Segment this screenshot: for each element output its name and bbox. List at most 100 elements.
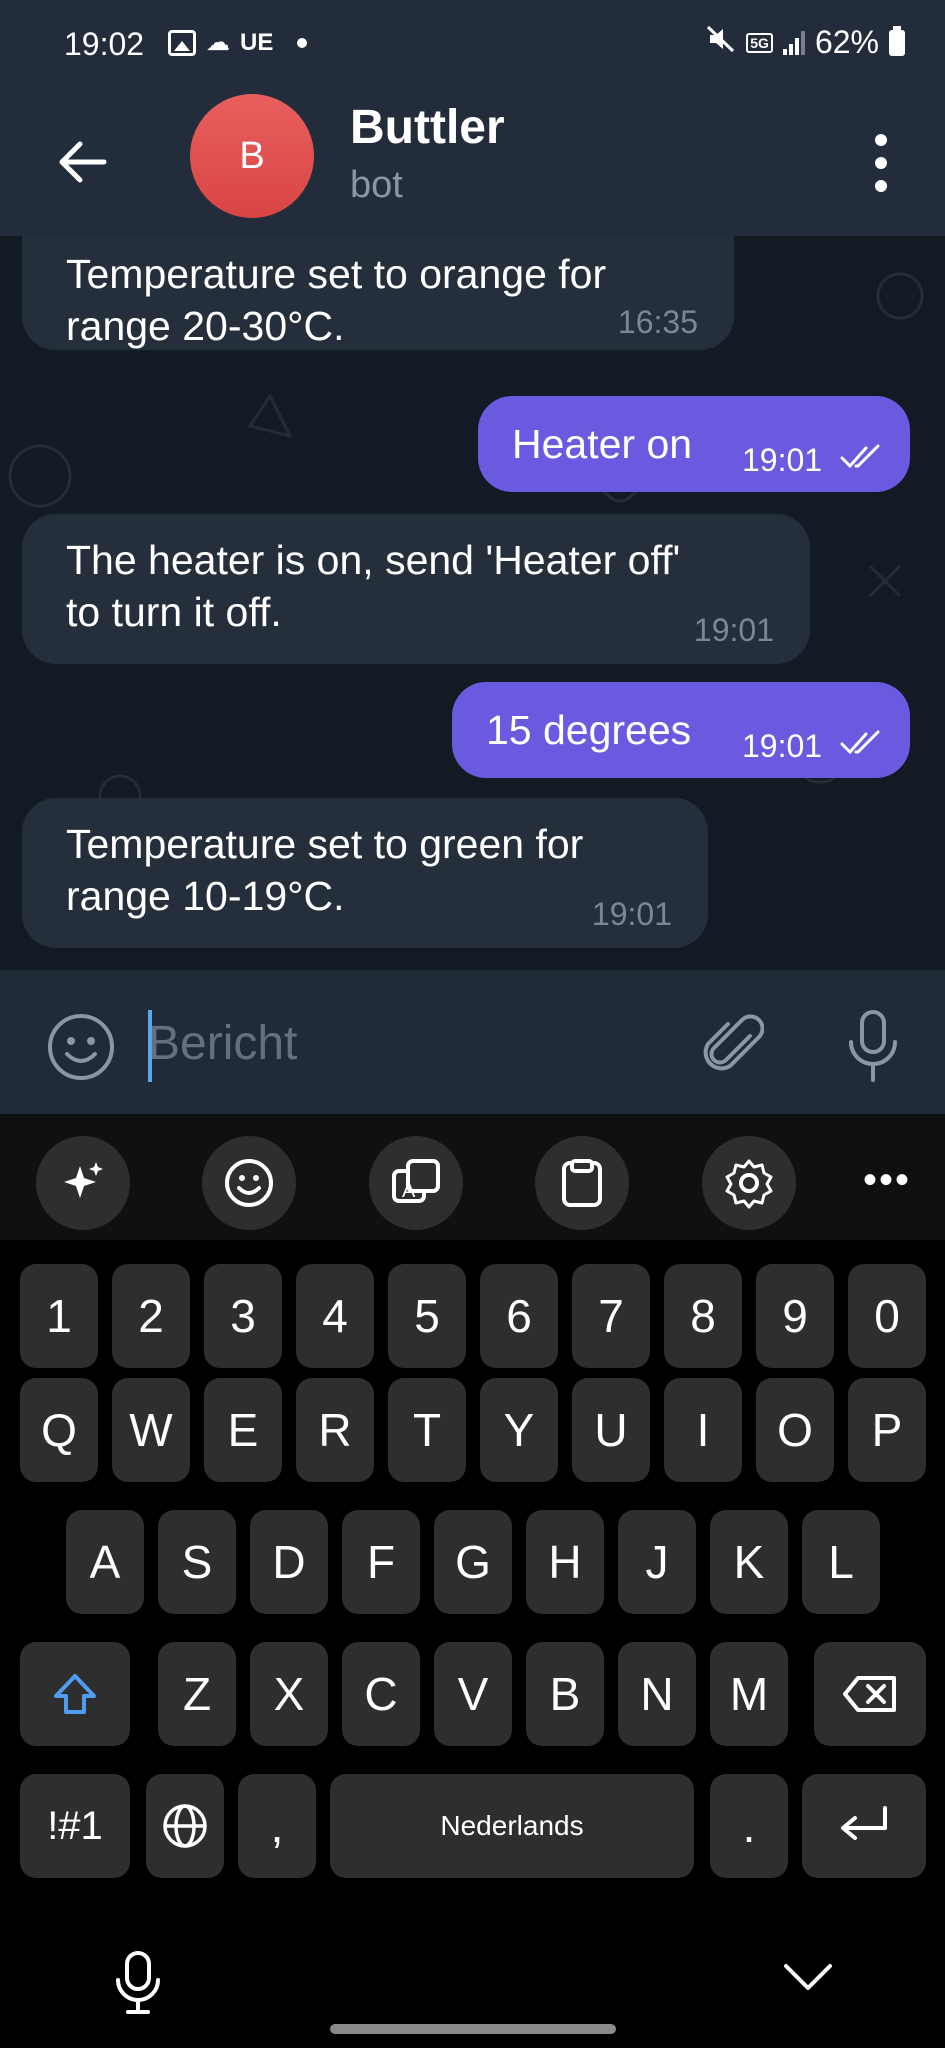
key-w[interactable]: W: [112, 1378, 190, 1482]
avatar[interactable]: B: [190, 94, 314, 218]
settings-icon: [725, 1159, 773, 1209]
enter-icon: [841, 1806, 887, 1840]
key-p[interactable]: P: [848, 1378, 926, 1482]
key-g[interactable]: G: [434, 1510, 512, 1614]
battery-icon: [889, 25, 905, 56]
key-d[interactable]: D: [250, 1510, 328, 1614]
chat-subtitle: bot: [350, 164, 403, 206]
home-indicator[interactable]: [330, 2024, 616, 2034]
keyboard-toolbar: A •••: [0, 1114, 945, 1240]
status-system-icons: 5G 62%: [706, 24, 905, 61]
chat-title[interactable]: Buttler: [350, 100, 505, 155]
read-checkmarks-icon: [840, 730, 880, 755]
translate-icon: A: [392, 1159, 440, 1203]
message-time: 16:35: [617, 304, 698, 340]
key-8[interactable]: 8: [664, 1264, 742, 1368]
key-4[interactable]: 4: [296, 1264, 374, 1368]
key-x[interactable]: X: [250, 1642, 328, 1746]
weather-icon: ☁: [206, 29, 230, 56]
more-tools-button[interactable]: •••: [863, 1158, 911, 1203]
message-composer: Bericht: [0, 970, 945, 1114]
attach-icon[interactable]: [700, 1008, 764, 1078]
key-9[interactable]: 9: [756, 1264, 834, 1368]
keyboard-settings-button[interactable]: [702, 1136, 796, 1230]
emoji-button[interactable]: [46, 1012, 116, 1082]
clipboard-button[interactable]: [535, 1136, 629, 1230]
status-bar: 19:02 ☁ UE 5G 62%: [0, 0, 945, 90]
ai-sparkle-button[interactable]: [36, 1136, 130, 1230]
message-time: 19:01: [742, 728, 823, 764]
key-y[interactable]: Y: [480, 1378, 558, 1482]
message-bubble-outgoing[interactable]: Heater on 19:01: [478, 396, 910, 492]
globe-icon: [163, 1804, 207, 1848]
shift-key[interactable]: [20, 1642, 130, 1746]
key-s[interactable]: S: [158, 1510, 236, 1614]
emoji-icon: [225, 1159, 273, 1207]
message-bubble-outgoing[interactable]: 15 degrees 19:01: [452, 682, 910, 778]
symbols-key[interactable]: !#1: [20, 1774, 130, 1878]
key-m[interactable]: M: [710, 1642, 788, 1746]
more-dots-icon: [875, 134, 887, 146]
read-checkmarks-icon: [840, 444, 880, 469]
key-j[interactable]: J: [618, 1510, 696, 1614]
language-key[interactable]: [146, 1774, 224, 1878]
key-k[interactable]: K: [710, 1510, 788, 1614]
notification-dot-icon: [297, 37, 308, 48]
key-7[interactable]: 7: [572, 1264, 650, 1368]
status-time: 19:02: [64, 26, 145, 62]
key-e[interactable]: E: [204, 1378, 282, 1482]
space-key[interactable]: Nederlands: [330, 1774, 694, 1878]
key-0[interactable]: 0: [848, 1264, 926, 1368]
ai-sparkle-icon: [64, 1162, 103, 1198]
key-l[interactable]: L: [802, 1510, 880, 1614]
message-text: 15 degrees: [486, 707, 692, 753]
key-q[interactable]: Q: [20, 1378, 98, 1482]
hide-keyboard-icon[interactable]: [782, 1962, 834, 1992]
message-list[interactable]: Temperature set to orange for range 20-3…: [0, 236, 945, 970]
back-button[interactable]: [52, 132, 112, 192]
key-a[interactable]: A: [66, 1510, 144, 1614]
message-input[interactable]: Bericht: [148, 1016, 297, 1071]
comma-key[interactable]: ,: [238, 1774, 316, 1878]
key-z[interactable]: Z: [158, 1642, 236, 1746]
chat-header: B Buttler bot: [0, 90, 945, 236]
key-t[interactable]: T: [388, 1378, 466, 1482]
onscreen-keyboard: A ••• 1 2 3 4 5 6 7 8 9 0 Q W E R T Y U …: [0, 1114, 945, 2048]
carrier-label: UE: [240, 28, 274, 56]
more-options-button[interactable]: [861, 128, 901, 198]
key-3[interactable]: 3: [204, 1264, 282, 1368]
key-n[interactable]: N: [618, 1642, 696, 1746]
mute-icon: [706, 24, 736, 61]
message-time: 19:01: [742, 442, 823, 478]
key-1[interactable]: 1: [20, 1264, 98, 1368]
voice-input-icon[interactable]: [114, 1950, 162, 2014]
voice-message-button[interactable]: [845, 1008, 901, 1084]
key-h[interactable]: H: [526, 1510, 604, 1614]
key-f[interactable]: F: [342, 1510, 420, 1614]
key-o[interactable]: O: [756, 1378, 834, 1482]
signal-icon: [782, 30, 805, 55]
key-i[interactable]: I: [664, 1378, 742, 1482]
message-bubble-incoming[interactable]: Temperature set to green for range 10-19…: [22, 798, 708, 948]
key-c[interactable]: C: [342, 1642, 420, 1746]
message-bubble-incoming[interactable]: The heater is on, send 'Heater off' to t…: [22, 514, 810, 664]
message-text: The heater is on, send 'Heater off' to t…: [66, 537, 681, 635]
translate-button[interactable]: A: [369, 1136, 463, 1230]
emoji-keyboard-button[interactable]: [202, 1136, 296, 1230]
message-text: Temperature set to orange for range 20-3…: [66, 251, 607, 349]
period-key[interactable]: .: [710, 1774, 788, 1878]
key-v[interactable]: V: [434, 1642, 512, 1746]
message-time: 19:01: [693, 612, 774, 648]
enter-key[interactable]: [802, 1774, 926, 1878]
backspace-icon: [843, 1676, 896, 1712]
backspace-key[interactable]: [814, 1642, 926, 1746]
svg-text:A: A: [402, 1180, 416, 1202]
key-r[interactable]: R: [296, 1378, 374, 1482]
back-arrow-icon: [59, 141, 107, 183]
key-u[interactable]: U: [572, 1378, 650, 1482]
key-2[interactable]: 2: [112, 1264, 190, 1368]
key-5[interactable]: 5: [388, 1264, 466, 1368]
key-b[interactable]: B: [526, 1642, 604, 1746]
message-bubble-incoming[interactable]: Temperature set to orange for range 20-3…: [22, 236, 734, 350]
key-6[interactable]: 6: [480, 1264, 558, 1368]
